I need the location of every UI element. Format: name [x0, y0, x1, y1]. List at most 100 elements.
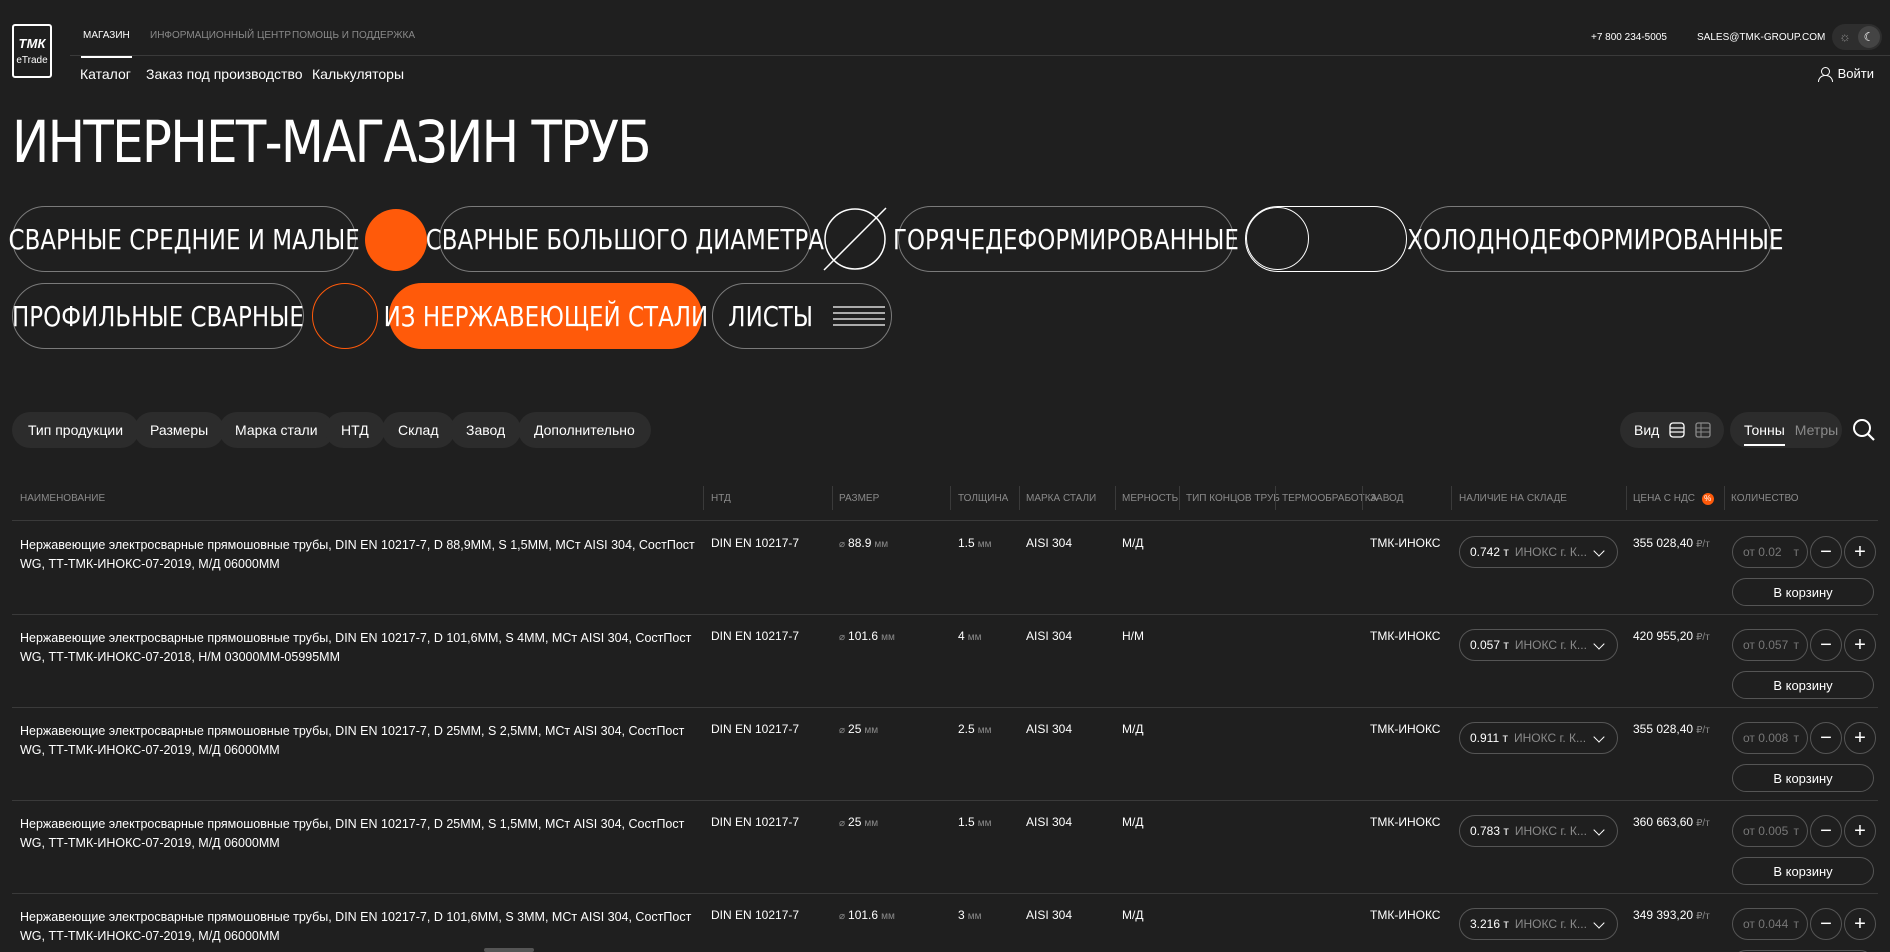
- col-header-ends[interactable]: ТИП КОНЦОВ ТРУБ: [1186, 493, 1280, 504]
- subnav-calculators[interactable]: Калькуляторы: [312, 66, 404, 82]
- add-to-cart-button[interactable]: В корзину: [1732, 671, 1874, 699]
- warehouse-select[interactable]: 0.911 т ИНОКС г. К...: [1459, 722, 1618, 754]
- col-header-plant[interactable]: ЗАВОД: [1370, 493, 1403, 504]
- stock-amount: 3.216 т: [1470, 917, 1509, 931]
- price-number: 355 028,40: [1633, 722, 1694, 736]
- increase-button[interactable]: +: [1844, 722, 1876, 754]
- filter-ntd[interactable]: НТД: [325, 412, 385, 448]
- email-link[interactable]: SALES@TMK-GROUP.COM: [1697, 32, 1825, 43]
- increase-button[interactable]: +: [1844, 536, 1876, 568]
- product-name[interactable]: Нержавеющие электросварные прямошовные т…: [20, 722, 700, 760]
- table-row[interactable]: Нержавеющие электросварные прямошовные т…: [0, 894, 1890, 952]
- size-unit: мм: [864, 725, 879, 736]
- tab-shop[interactable]: МАГАЗИН: [81, 30, 132, 58]
- category-sheets[interactable]: ЛИСТЫ: [712, 283, 892, 349]
- category-stainless-steel[interactable]: ИЗ НЕРЖАВЕЮЩЕЙ СТАЛИ: [383, 283, 708, 349]
- column-divider: [1275, 486, 1276, 510]
- tab-info-center[interactable]: ИНФОРМАЦИОННЫЙ ЦЕНТР: [150, 30, 291, 41]
- filter-product-type[interactable]: Тип продукции: [12, 412, 140, 448]
- increase-button[interactable]: +: [1844, 629, 1876, 661]
- category-hot-deformed[interactable]: ГОРЯЧЕДЕФОРМИРОВАННЫЕ: [893, 206, 1239, 272]
- plus-icon: +: [1854, 540, 1866, 563]
- unit-tons[interactable]: Тонны: [1744, 422, 1785, 446]
- moon-icon[interactable]: ☾: [1858, 26, 1880, 48]
- warehouse-select[interactable]: 3.216 т ИНОКС г. К...: [1459, 908, 1618, 940]
- col-header-price[interactable]: ЦЕНА С НДС %: [1633, 493, 1714, 505]
- col-header-size[interactable]: РАЗМЕР: [839, 493, 879, 504]
- col-header-heat[interactable]: ТЕРМООБРАБОТКА: [1282, 493, 1377, 504]
- column-divider: [1362, 486, 1363, 510]
- filter-plant[interactable]: Завод: [450, 412, 522, 448]
- product-name[interactable]: Нержавеющие электросварные прямошовные т…: [20, 908, 700, 946]
- col-header-thickness[interactable]: ТОЛЩИНА: [958, 493, 1008, 504]
- col-header-steel[interactable]: МАРКА СТАЛИ: [1026, 493, 1096, 504]
- percent-icon[interactable]: %: [1701, 493, 1714, 505]
- chevron-down-icon: [1593, 545, 1605, 557]
- filter-additional[interactable]: Дополнительно: [518, 412, 651, 448]
- unit-meters[interactable]: Метры: [1795, 422, 1838, 438]
- login-button[interactable]: Войти: [1817, 66, 1874, 82]
- theme-toggle[interactable]: ☼ ☾: [1832, 24, 1882, 50]
- sun-icon[interactable]: ☼: [1839, 29, 1851, 44]
- price-value: 355 028,40 ₽/т: [1633, 722, 1710, 736]
- table-row[interactable]: Нержавеющие электросварные прямошовные т…: [0, 522, 1890, 615]
- filter-steel-grade[interactable]: Марка стали: [219, 412, 334, 448]
- col-header-length[interactable]: МЕРНОСТЬ: [1122, 493, 1178, 504]
- filter-warehouse[interactable]: Склад: [382, 412, 455, 448]
- product-name[interactable]: Нержавеющие электросварные прямошовные т…: [20, 536, 700, 574]
- chevron-down-icon: [1593, 917, 1605, 929]
- add-to-cart-button[interactable]: В корзину: [1732, 857, 1874, 885]
- size-unit: мм: [881, 911, 895, 922]
- subnav-custom-order[interactable]: Заказ под производство: [146, 66, 303, 82]
- decrease-button[interactable]: −: [1810, 629, 1842, 661]
- table-view-icon[interactable]: [1695, 422, 1711, 438]
- quantity-placeholder: от 0.057: [1743, 638, 1789, 652]
- warehouse-select[interactable]: 0.783 т ИНОКС г. К...: [1459, 815, 1618, 847]
- quantity-input[interactable]: от 0.02 т: [1732, 536, 1808, 568]
- filter-sizes[interactable]: Размеры: [134, 412, 225, 448]
- diameter-icon: ⌀: [839, 632, 846, 643]
- logo[interactable]: ТМК eTrade: [12, 24, 52, 78]
- thickness-number: 2.5: [958, 722, 975, 736]
- size-number: 88.9: [848, 536, 872, 550]
- category-welded-small[interactable]: СВАРНЫЕ СРЕДНИЕ И МАЛЫЕ: [8, 206, 360, 272]
- table-row[interactable]: Нержавеющие электросварные прямошовные т…: [0, 801, 1890, 894]
- table-row[interactable]: Нержавеющие электросварные прямошовные т…: [0, 615, 1890, 708]
- decrease-button[interactable]: −: [1810, 908, 1842, 940]
- size-value: ⌀ 25 мм: [839, 722, 878, 736]
- warehouse-select[interactable]: 0.057 т ИНОКС г. К...: [1459, 629, 1618, 661]
- add-to-cart-button[interactable]: В корзину: [1732, 578, 1874, 606]
- decrease-button[interactable]: −: [1810, 815, 1842, 847]
- quantity-input[interactable]: от 0.057 т: [1732, 629, 1808, 661]
- quantity-input[interactable]: от 0.044 т: [1732, 908, 1808, 940]
- search-button[interactable]: [1846, 412, 1882, 448]
- warehouse-select[interactable]: 0.742 т ИНОКС г. К...: [1459, 536, 1618, 568]
- decrease-button[interactable]: −: [1810, 722, 1842, 754]
- category-profile-welded[interactable]: ПРОФИЛЬНЫЕ СВАРНЫЕ: [12, 283, 304, 349]
- increase-button[interactable]: +: [1844, 815, 1876, 847]
- page-title: ИНТЕРНЕТ-МАГАЗИН ТРУБ: [12, 108, 652, 176]
- category-label: ИЗ НЕРЖАВЕЮЩЕЙ СТАЛИ: [383, 299, 708, 333]
- decrease-button[interactable]: −: [1810, 536, 1842, 568]
- subnav-catalog[interactable]: Каталог: [80, 66, 131, 82]
- col-header-stock[interactable]: НАЛИЧИЕ НА СКЛАДЕ: [1459, 493, 1567, 504]
- horizontal-scrollbar[interactable]: [484, 948, 534, 952]
- category-cold-deformed[interactable]: ХОЛОДНОДЕФОРМИРОВАННЫЕ: [1407, 206, 1783, 272]
- table-row[interactable]: Нержавеющие электросварные прямошовные т…: [0, 708, 1890, 801]
- phone-link[interactable]: +7 800 234-5005: [1591, 32, 1667, 43]
- price-value: 355 028,40 ₽/т: [1633, 536, 1710, 550]
- col-header-qty[interactable]: КОЛИЧЕСТВО: [1731, 493, 1799, 504]
- quantity-input[interactable]: от 0.008 т: [1732, 722, 1808, 754]
- tab-help-support[interactable]: ПОМОЩЬ И ПОДДЕРЖКА: [292, 30, 415, 41]
- plus-icon: +: [1854, 912, 1866, 935]
- increase-button[interactable]: +: [1844, 908, 1876, 940]
- quantity-input[interactable]: от 0.005 т: [1732, 815, 1808, 847]
- category-welded-large[interactable]: СВАРНЫЕ БОЛЬШОГО ДИАМЕТРА: [426, 206, 824, 272]
- product-name[interactable]: Нержавеющие электросварные прямошовные т…: [20, 815, 700, 853]
- col-header-name[interactable]: НАИМЕНОВАНИЕ: [20, 493, 105, 504]
- list-view-icon[interactable]: [1669, 422, 1685, 438]
- product-name[interactable]: Нержавеющие электросварные прямошовные т…: [20, 629, 700, 667]
- col-header-ntd[interactable]: НТД: [711, 493, 731, 504]
- length-value: Н/М: [1122, 629, 1144, 643]
- add-to-cart-button[interactable]: В корзину: [1732, 764, 1874, 792]
